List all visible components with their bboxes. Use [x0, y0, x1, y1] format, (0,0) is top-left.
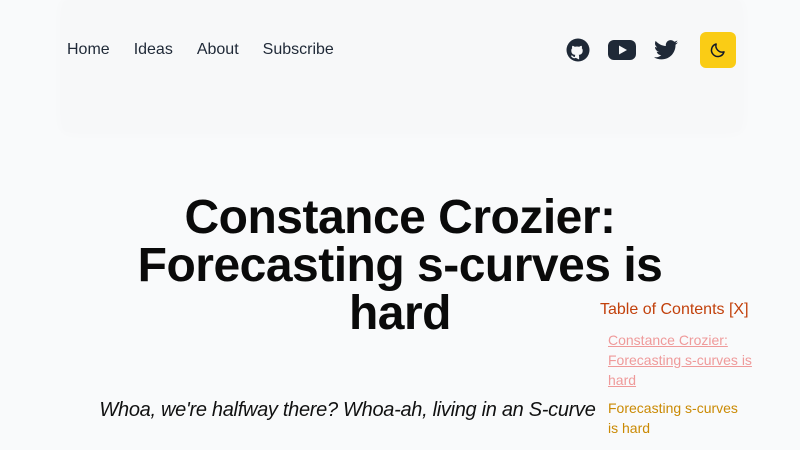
- theme-toggle-button[interactable]: [700, 32, 736, 68]
- nav-home-link[interactable]: Home: [67, 41, 110, 59]
- nav-about-link[interactable]: About: [197, 41, 239, 59]
- twitter-icon[interactable]: [652, 36, 680, 64]
- page-subtitle: Whoa, we're halfway there? Whoa-ah, livi…: [99, 399, 596, 421]
- nav-subscribe-link[interactable]: Subscribe: [263, 41, 334, 59]
- table-of-contents: Table of Contents [X] Constance Crozier:…: [600, 300, 770, 438]
- toc-item[interactable]: Constance Crozier: Forecasting s-curves …: [608, 330, 758, 390]
- toc-item[interactable]: Forecasting s-curves is hard: [608, 398, 748, 438]
- github-icon[interactable]: [564, 36, 592, 64]
- nav-ideas-link[interactable]: Ideas: [134, 41, 173, 59]
- toc-heading[interactable]: Table of Contents [X]: [600, 300, 770, 320]
- social-links: [564, 32, 736, 68]
- moon-icon: [710, 43, 725, 58]
- youtube-icon[interactable]: [608, 36, 636, 64]
- main-nav: Home Ideas About Subscribe: [67, 41, 358, 59]
- site-header: Home Ideas About Subscribe: [62, 0, 742, 132]
